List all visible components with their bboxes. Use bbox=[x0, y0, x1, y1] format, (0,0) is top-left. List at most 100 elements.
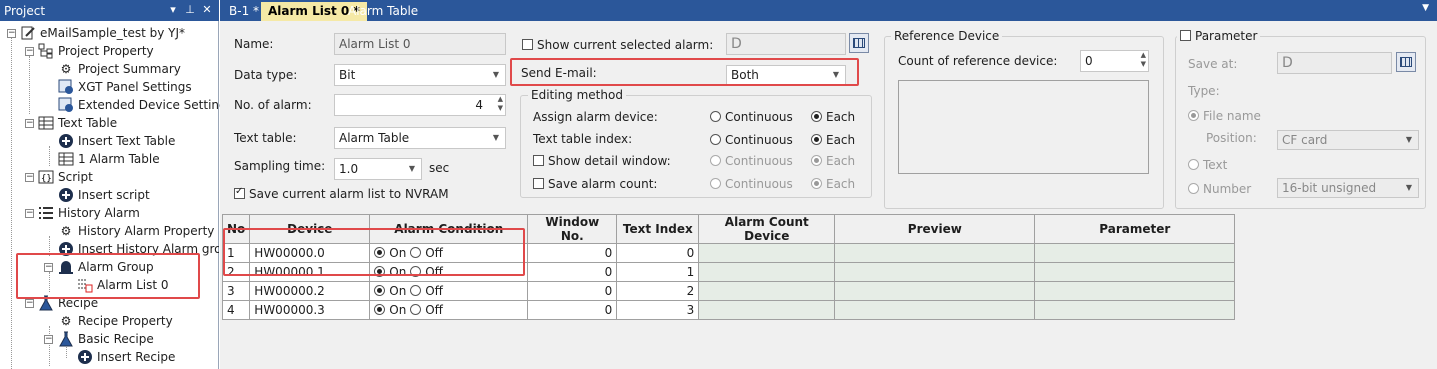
cell-window-no[interactable]: 0 bbox=[527, 281, 618, 301]
cell-parameter[interactable] bbox=[1034, 281, 1236, 301]
cell-text-index[interactable]: 0 bbox=[616, 243, 700, 263]
collapse-toggle[interactable]: − bbox=[25, 299, 34, 308]
tab-alarm-table[interactable]: Alarm Table bbox=[341, 2, 425, 21]
cell-device[interactable]: HW00000.3 bbox=[249, 300, 371, 320]
assign-each-radio[interactable]: Each bbox=[811, 110, 855, 124]
off-radio[interactable] bbox=[410, 304, 422, 315]
collapse-toggle[interactable]: − bbox=[25, 209, 34, 218]
tree-item-label: Insert Recipe bbox=[97, 350, 176, 364]
cell-window-no[interactable]: 0 bbox=[527, 243, 618, 263]
collapse-toggle[interactable]: − bbox=[7, 29, 16, 38]
text-table-label: Text table: bbox=[234, 131, 297, 145]
tree-item-project-property[interactable]: Project Property bbox=[38, 42, 154, 60]
tree-item-insert-recipe[interactable]: Insert Recipe bbox=[77, 348, 175, 366]
highlight-box bbox=[510, 58, 859, 86]
detail-window-checkbox[interactable]: Show detail window: bbox=[533, 154, 671, 168]
dropdown-icon[interactable]: ▾ bbox=[166, 3, 180, 17]
tree-item-basic-recipe[interactable]: Basic Recipe bbox=[58, 330, 154, 348]
file-name-radio: File name bbox=[1188, 109, 1261, 123]
panel-settings-icon bbox=[58, 79, 74, 95]
cell-alarm-count-device[interactable] bbox=[698, 300, 836, 320]
cell-window-no[interactable]: 0 bbox=[527, 262, 618, 282]
tree-item-recipe-property[interactable]: ⚙ Recipe Property bbox=[58, 312, 173, 330]
tree-item-extended-device-settings[interactable]: Extended Device Settings bbox=[58, 96, 233, 114]
index-each-radio[interactable]: Each bbox=[811, 133, 855, 147]
cell-parameter[interactable] bbox=[1034, 243, 1236, 263]
text-table-select[interactable]: Alarm Table ▼ bbox=[334, 127, 506, 149]
collapse-toggle[interactable]: − bbox=[44, 335, 53, 344]
spin-icon[interactable]: ▲ ▼ bbox=[498, 95, 503, 113]
tree-item-history-alarm[interactable]: History Alarm bbox=[38, 204, 140, 222]
cell-alarm-count-device[interactable] bbox=[698, 243, 836, 263]
cell-preview bbox=[834, 262, 1036, 282]
tab-b-1[interactable]: B-1 * bbox=[222, 2, 266, 21]
cell-text-index[interactable]: 1 bbox=[616, 262, 700, 282]
cell-text-index[interactable]: 2 bbox=[616, 281, 700, 301]
table-icon bbox=[38, 115, 54, 131]
cell-alarm-condition[interactable]: On Off bbox=[369, 281, 529, 301]
cell-parameter[interactable] bbox=[1034, 262, 1236, 282]
tree-item-text-table[interactable]: Text Table bbox=[38, 114, 117, 132]
parameter-checkbox[interactable]: Parameter bbox=[1177, 29, 1261, 43]
cell-alarm-condition[interactable]: On Off bbox=[369, 300, 529, 320]
table-row[interactable]: 4 HW00000.3 On Off 0 3 bbox=[221, 300, 1236, 320]
cell-text-index[interactable]: 3 bbox=[616, 300, 700, 320]
cell-window-no[interactable]: 0 bbox=[527, 300, 618, 320]
radio-label: Continuous bbox=[725, 177, 793, 191]
num-alarm-stepper[interactable]: 4 ▲ ▼ bbox=[334, 94, 506, 116]
on-radio[interactable] bbox=[374, 304, 386, 315]
cell-alarm-count-device[interactable] bbox=[698, 281, 836, 301]
cell-alarm-count-device[interactable] bbox=[698, 262, 836, 282]
checkbox-icon bbox=[533, 155, 544, 166]
tree-item-insert-script[interactable]: Insert script bbox=[58, 186, 150, 204]
plus-circle-icon bbox=[58, 133, 74, 149]
checkbox-icon bbox=[533, 178, 544, 189]
index-continuous-radio[interactable]: Continuous bbox=[710, 133, 793, 147]
nvram-label: Save current alarm list to NVRAM bbox=[249, 187, 449, 201]
tree-item-script[interactable]: {} Script bbox=[38, 168, 93, 186]
reference-device-list[interactable] bbox=[898, 80, 1149, 174]
tree-item-alarm-table[interactable]: 1 Alarm Table bbox=[58, 150, 160, 168]
collapse-toggle[interactable]: − bbox=[25, 119, 34, 128]
show-current-checkbox[interactable]: Show current selected alarm: bbox=[522, 38, 713, 52]
tree-item-xgt-panel-settings[interactable]: XGT Panel Settings bbox=[58, 78, 192, 96]
radio-label: Each bbox=[826, 154, 856, 168]
count-each-radio: Each bbox=[811, 177, 855, 191]
nvram-checkbox[interactable]: Save current alarm list to NVRAM bbox=[234, 186, 449, 201]
assign-continuous-radio[interactable]: Continuous bbox=[710, 110, 793, 124]
radio-label: Continuous bbox=[725, 110, 793, 124]
tree-root[interactable]: eMailSample_test by YJ* bbox=[20, 24, 185, 42]
save-count-checkbox[interactable]: Save alarm count: bbox=[533, 177, 657, 191]
close-icon[interactable]: ✕ bbox=[200, 3, 214, 17]
collapse-toggle[interactable]: − bbox=[25, 173, 34, 182]
collapse-toggle[interactable]: − bbox=[25, 47, 34, 56]
off-radio[interactable] bbox=[410, 285, 422, 296]
radio-label: Each bbox=[826, 110, 856, 124]
keypad-icon bbox=[853, 38, 865, 48]
pin-icon[interactable]: ⊥ bbox=[183, 3, 197, 17]
spin-icon[interactable]: ▲ ▼ bbox=[1141, 51, 1146, 69]
save-count-label: Save alarm count: bbox=[548, 177, 658, 191]
tab-overflow-icon[interactable]: ▼ bbox=[1422, 3, 1429, 13]
project-icon bbox=[20, 25, 36, 41]
table-row[interactable]: 3 HW00000.2 On Off 0 2 bbox=[221, 281, 1236, 301]
radio-icon bbox=[811, 178, 822, 189]
ref-count-value: 0 bbox=[1085, 54, 1093, 68]
device-picker-button[interactable] bbox=[849, 33, 869, 53]
reference-device-title: Reference Device bbox=[891, 29, 1003, 43]
tree-item-project-summary[interactable]: ⚙ Project Summary bbox=[58, 60, 181, 78]
tree-item-label: Extended Device Settings bbox=[78, 98, 233, 112]
ref-count-stepper[interactable]: 0 ▲ ▼ bbox=[1080, 50, 1149, 72]
tree-item-insert-text-table[interactable]: Insert Text Table bbox=[58, 132, 175, 150]
chevron-down-icon: ▼ bbox=[492, 133, 500, 142]
cell-parameter[interactable] bbox=[1034, 300, 1236, 320]
tree-item-label: Project Summary bbox=[78, 62, 181, 76]
on-radio[interactable] bbox=[374, 285, 386, 296]
sampling-select[interactable]: 1.0 ▼ bbox=[334, 158, 422, 180]
datatype-select[interactable]: Bit ▼ bbox=[334, 64, 506, 86]
position-select: CF card ▼ bbox=[1277, 130, 1419, 150]
gear-icon: ⚙ bbox=[60, 224, 72, 238]
project-panel: Project ▾ ⊥ ✕ − eMailSample_test by YJ* … bbox=[0, 0, 233, 369]
tree-item-history-alarm-property[interactable]: ⚙ History Alarm Property bbox=[58, 222, 215, 240]
cell-device[interactable]: HW00000.2 bbox=[249, 281, 371, 301]
